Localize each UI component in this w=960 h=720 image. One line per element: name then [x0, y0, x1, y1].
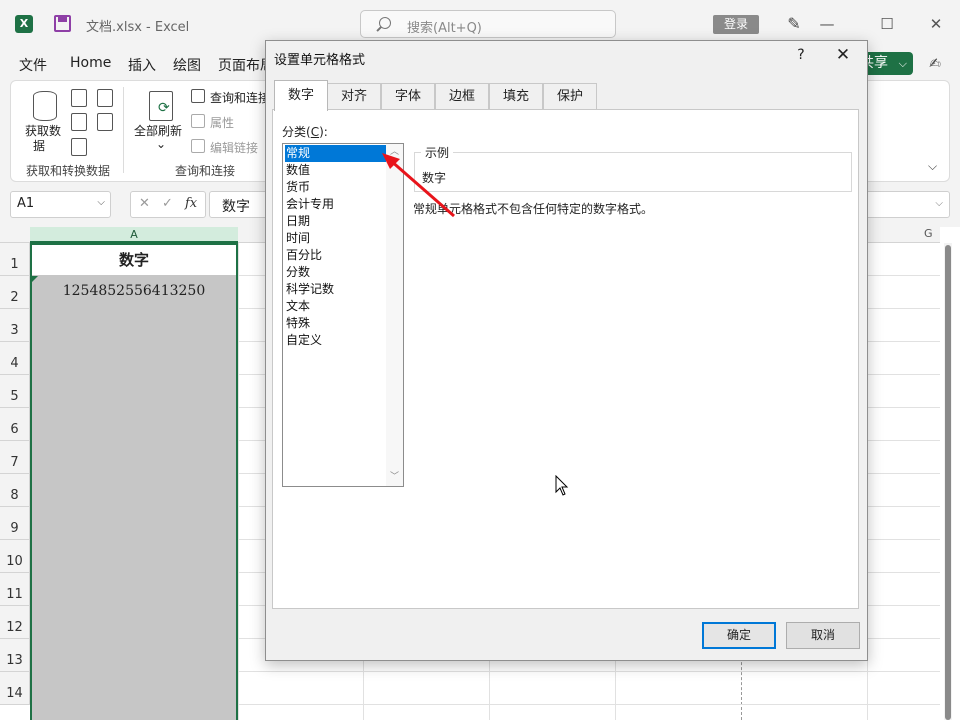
format-cells-dialog: 设置单元格格式 ? ✕ 数字 对齐 字体 边框 填充 保护 分类(C): 常规数…: [265, 40, 868, 661]
row-header-4[interactable]: 4: [0, 342, 30, 375]
ribbon-tab-file[interactable]: 文件: [19, 55, 47, 75]
expand-formula-icon[interactable]: ⌵: [935, 198, 943, 209]
group-get-transform-label: 获取和转换数据: [26, 164, 111, 178]
dialog-close-button[interactable]: ✕: [832, 44, 854, 66]
tab-font[interactable]: 字体: [381, 83, 435, 110]
category-item[interactable]: 科学记数: [285, 281, 386, 298]
column-header-g[interactable]: G: [924, 227, 933, 240]
text-csv-icon[interactable]: [71, 89, 87, 107]
cancel-button[interactable]: 取消: [786, 622, 860, 649]
category-item[interactable]: 文本: [285, 298, 386, 315]
excel-logo-icon: X: [15, 15, 33, 33]
category-item[interactable]: 数值: [285, 162, 386, 179]
ribbon-divider: [123, 87, 124, 173]
cell-a1[interactable]: 数字: [30, 243, 238, 275]
database-icon: [33, 91, 57, 121]
search-box[interactable]: 搜索(Alt+Q): [360, 10, 616, 38]
name-box-value: A1: [17, 196, 35, 211]
dialog-title: 设置单元格格式: [274, 53, 366, 68]
ok-button[interactable]: 确定: [702, 622, 776, 649]
search-icon: [379, 17, 391, 29]
ribbon-tab-home[interactable]: Home: [70, 55, 111, 71]
row-header-5[interactable]: 5: [0, 375, 30, 408]
category-label: 分类(C):: [282, 125, 328, 139]
recent-sources-icon[interactable]: [97, 89, 113, 107]
get-data-label-2[interactable]: 据: [33, 137, 45, 154]
category-item[interactable]: 分数: [285, 264, 386, 281]
group-queries-label: 查询和连接: [175, 164, 236, 178]
vertical-scrollbar-thumb[interactable]: [945, 245, 951, 720]
existing-connections-icon[interactable]: [97, 113, 113, 131]
row-header-1[interactable]: 1: [0, 243, 30, 276]
row-header-13[interactable]: 13: [0, 639, 30, 672]
help-button[interactable]: ?: [792, 46, 810, 64]
from-web-icon[interactable]: [71, 113, 87, 131]
tab-border[interactable]: 边框: [435, 83, 489, 110]
minimize-button[interactable]: —: [815, 12, 839, 36]
column-header-a[interactable]: A: [30, 227, 238, 243]
search-placeholder: 搜索(Alt+Q): [407, 21, 482, 36]
mouse-cursor-icon: [555, 475, 569, 496]
error-indicator-icon: [32, 276, 38, 282]
edit-links-button[interactable]: 编辑链接: [210, 139, 258, 156]
selected-column-a[interactable]: [30, 275, 238, 720]
from-table-icon[interactable]: [71, 138, 87, 156]
refresh-all-icon: [149, 91, 173, 121]
category-item[interactable]: 自定义: [285, 332, 386, 349]
tab-number[interactable]: 数字: [274, 80, 328, 111]
enter-entry-icon[interactable]: ✓: [162, 196, 173, 211]
gridline: [238, 243, 239, 720]
document-title: 文档.xlsx - Excel: [86, 20, 190, 35]
tab-fill[interactable]: 填充: [489, 83, 543, 110]
login-button[interactable]: 登录: [713, 15, 759, 34]
row-header-3[interactable]: 3: [0, 309, 30, 342]
row-header-2[interactable]: 2: [0, 276, 30, 309]
chevron-down-icon: ⌵: [898, 57, 907, 70]
edit-links-icon: [191, 139, 205, 153]
category-item[interactable]: 日期: [285, 213, 386, 230]
window-close-button[interactable]: ✕: [924, 12, 948, 36]
category-item[interactable]: 特殊: [285, 315, 386, 332]
category-item[interactable]: 百分比: [285, 247, 386, 264]
scroll-down-icon[interactable]: ﹀: [386, 469, 403, 485]
queries-connections-button[interactable]: 查询和连接: [210, 89, 270, 106]
row-header-10[interactable]: 10: [0, 540, 30, 573]
row-header-7[interactable]: 7: [0, 441, 30, 474]
chevron-down-icon[interactable]: ⌵: [97, 197, 105, 208]
category-item[interactable]: 货币: [285, 179, 386, 196]
ribbon-tab-draw[interactable]: 绘图: [173, 55, 201, 75]
row-header-9[interactable]: 9: [0, 507, 30, 540]
chevron-down-icon[interactable]: ⌄: [156, 137, 166, 151]
row-header-8[interactable]: 8: [0, 474, 30, 507]
cell-a2[interactable]: 1254852556413250: [30, 275, 238, 308]
number-tab-panel: 分类(C): 常规 数值 货币 会计专用 日期 时间 百分比 分数 科学记数 文本 特殊 自定义 ︿ …: [272, 109, 859, 609]
ribbon-tab-insert[interactable]: 插入: [128, 55, 156, 75]
row-header-14[interactable]: 14: [0, 672, 30, 705]
name-box[interactable]: A1 ⌵: [10, 191, 111, 218]
cancel-entry-icon[interactable]: ✕: [139, 196, 150, 211]
tab-protection[interactable]: 保护: [543, 83, 597, 110]
properties-button[interactable]: 属性: [210, 114, 234, 131]
tab-alignment[interactable]: 对齐: [327, 83, 381, 110]
category-item[interactable]: 会计专用: [285, 196, 386, 213]
pen-icon[interactable]: ✎: [784, 14, 804, 34]
row-header-12[interactable]: 12: [0, 606, 30, 639]
ribbon-collapse-icon[interactable]: ⌵: [928, 159, 937, 174]
formula-content: 数字: [222, 199, 250, 215]
row-header-11[interactable]: 11: [0, 573, 30, 606]
insert-function-icon[interactable]: fx: [185, 196, 197, 211]
red-arrow-annotation-icon: [382, 153, 455, 218]
formula-controls: ✕ ✓ fx: [130, 191, 206, 218]
sample-box: [414, 152, 852, 192]
properties-icon: [191, 114, 205, 128]
category-item[interactable]: 时间: [285, 230, 386, 247]
category-item[interactable]: 常规: [285, 145, 386, 162]
row-header-6[interactable]: 6: [0, 408, 30, 441]
comment-icon[interactable]: ✍: [926, 55, 944, 73]
queries-connections-icon: [191, 89, 205, 103]
save-icon[interactable]: [54, 15, 71, 32]
maximize-button[interactable]: ☐: [875, 12, 899, 36]
